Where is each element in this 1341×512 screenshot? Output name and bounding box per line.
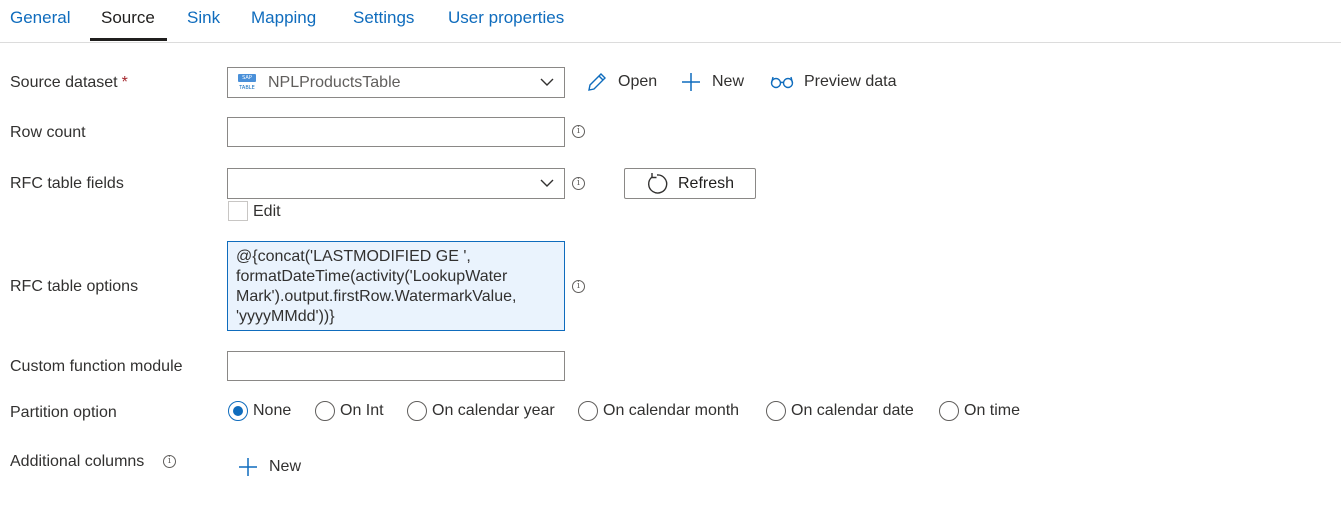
- additional-columns-label: Additional columns: [10, 453, 145, 470]
- chevron-down-icon: [540, 78, 554, 86]
- custom-function-module-input[interactable]: [228, 352, 564, 380]
- rfc-table-options-label: RFC table options: [10, 278, 139, 295]
- partition-option-label: Partition option: [10, 404, 117, 421]
- radio-on-calendar-date-label: On calendar date: [791, 402, 914, 419]
- tab-source[interactable]: Source: [101, 8, 155, 28]
- radio-indicator-selected: [228, 401, 248, 421]
- radio-indicator: [315, 401, 335, 421]
- add-column-button[interactable]: New: [237, 455, 317, 481]
- refresh-button-label: Refresh: [678, 175, 735, 192]
- radio-indicator: [578, 401, 598, 421]
- row-count-input-box: [227, 117, 565, 147]
- edit-checkbox-label: Edit: [253, 203, 281, 220]
- row-count-label: Row count: [10, 124, 86, 141]
- tab-sink[interactable]: Sink: [187, 8, 220, 28]
- radio-indicator: [766, 401, 786, 421]
- tab-general[interactable]: General: [10, 8, 70, 28]
- plus-icon: [239, 458, 257, 476]
- tab-mapping[interactable]: Mapping: [251, 8, 316, 28]
- radio-none-label: None: [253, 402, 292, 419]
- source-dataset-label: Source dataset *: [10, 74, 128, 92]
- plus-icon: [682, 73, 700, 91]
- sap-badge-top: SAP: [238, 74, 256, 82]
- info-icon[interactable]: i: [572, 125, 585, 138]
- chevron-down-icon: [540, 179, 554, 187]
- custom-function-module-label: Custom function module: [10, 358, 183, 375]
- glasses-icon: [770, 76, 794, 89]
- add-column-label: New: [269, 458, 302, 475]
- info-icon[interactable]: i: [163, 455, 176, 468]
- source-dataset-label-text: Source dataset: [10, 74, 118, 91]
- sap-table-icon: SAP TABLE: [238, 74, 256, 92]
- open-button-label: Open: [618, 73, 658, 90]
- tab-settings[interactable]: Settings: [353, 8, 414, 28]
- preview-data-button[interactable]: Preview data: [770, 70, 905, 96]
- edit-checkbox[interactable]: [228, 201, 248, 221]
- new-dataset-button[interactable]: New: [680, 70, 750, 96]
- rfc-table-options-textarea[interactable]: @{concat('LASTMODIFIED GE ', formatDateT…: [227, 241, 565, 331]
- radio-on-int-label: On Int: [340, 402, 384, 419]
- active-tab-indicator: [90, 38, 167, 41]
- preview-data-label: Preview data: [804, 73, 897, 90]
- info-icon[interactable]: i: [572, 177, 585, 190]
- source-dataset-value: NPLProductsTable: [268, 74, 401, 91]
- source-dataset-dropdown[interactable]: SAP TABLE NPLProductsTable: [227, 67, 565, 98]
- refresh-icon: [648, 173, 668, 194]
- radio-on-time-label: On time: [964, 402, 1021, 419]
- custom-function-module-input-box: [227, 351, 565, 381]
- radio-on-calendar-month-label: On calendar month: [603, 402, 740, 419]
- info-icon[interactable]: i: [572, 280, 585, 293]
- new-dataset-label: New: [712, 73, 745, 90]
- radio-on-calendar-year-label: On calendar year: [432, 402, 555, 419]
- rfc-table-fields-dropdown[interactable]: [227, 168, 565, 199]
- rfc-table-fields-label: RFC table fields: [10, 175, 124, 192]
- required-mark: *: [121, 74, 128, 91]
- tab-user-properties[interactable]: User properties: [448, 8, 564, 28]
- tab-bar: General Source Sink Mapping Settings Use…: [0, 0, 1341, 43]
- pencil-icon: [588, 73, 606, 91]
- refresh-button[interactable]: Refresh: [624, 168, 756, 199]
- row-count-input[interactable]: [228, 118, 564, 146]
- open-button[interactable]: Open: [586, 70, 666, 96]
- radio-indicator: [939, 401, 959, 421]
- radio-indicator: [407, 401, 427, 421]
- sap-badge-bottom: TABLE: [239, 85, 255, 91]
